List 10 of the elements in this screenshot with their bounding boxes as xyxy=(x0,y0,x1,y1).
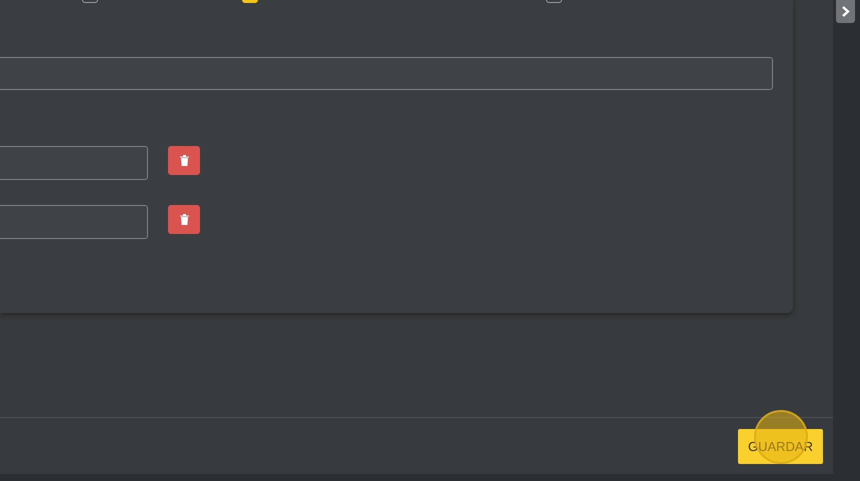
input-field[interactable] xyxy=(0,205,148,239)
save-button[interactable]: GUARDAR xyxy=(738,428,823,464)
sidebar-toggle[interactable] xyxy=(836,0,855,23)
trash-icon xyxy=(180,155,188,166)
trash-icon xyxy=(180,214,188,225)
delete-button[interactable] xyxy=(168,146,200,175)
chevron-right-icon xyxy=(842,6,850,17)
input-field[interactable] xyxy=(0,146,148,180)
input-field[interactable] xyxy=(0,57,773,90)
delete-button[interactable] xyxy=(168,205,200,234)
